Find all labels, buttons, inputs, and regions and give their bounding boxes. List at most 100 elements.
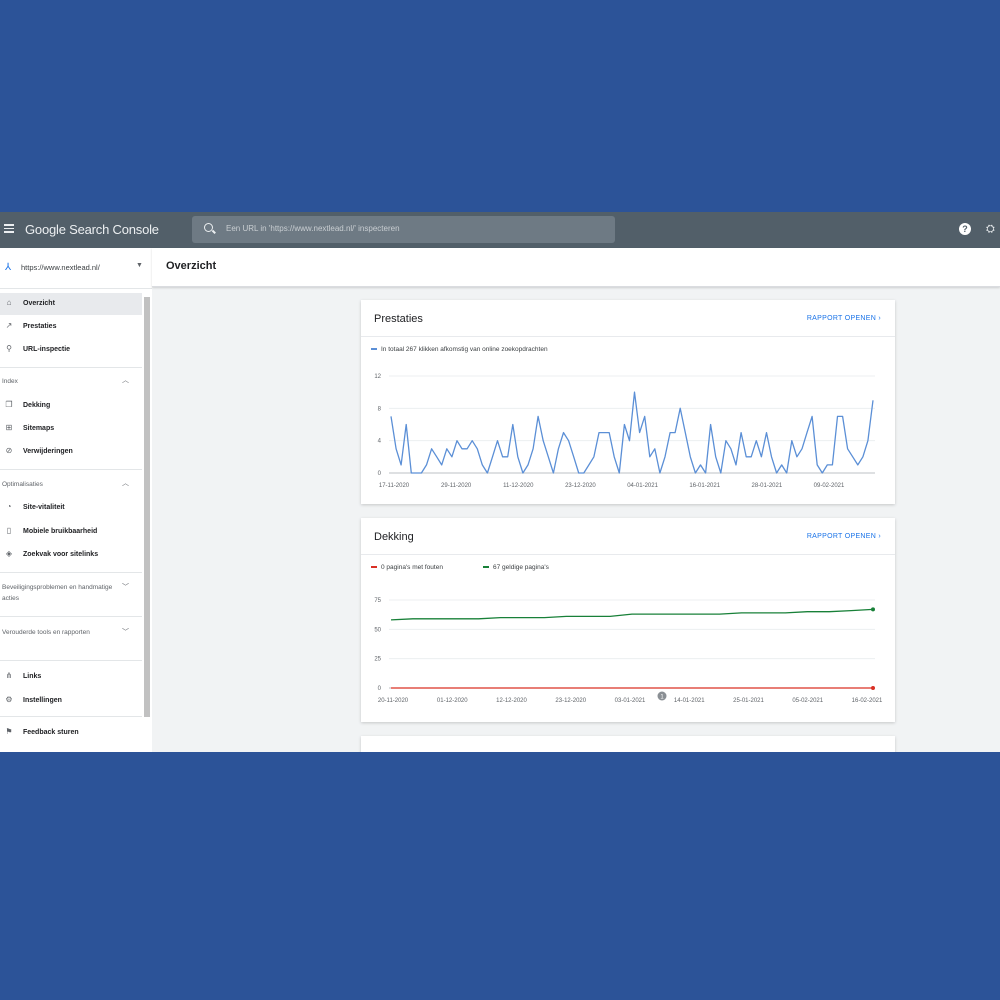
hamburger-menu-icon[interactable] <box>4 224 14 233</box>
x-tick-label: 16-02-2021 <box>852 698 883 704</box>
sidebar-item-prestaties[interactable]: ↗ Prestaties <box>0 316 142 338</box>
divider <box>0 367 142 368</box>
eye-off-icon: ⊘ <box>5 446 13 455</box>
y-tick-label: 4 <box>378 439 382 445</box>
trending-up-icon: ↗ <box>5 321 13 330</box>
x-tick-label: 11-12-2020 <box>503 483 534 489</box>
top-app-bar: Google Search Console Een URL in 'https:… <box>0 212 1000 248</box>
sidebar-scrollbar[interactable] <box>142 289 152 752</box>
sidebar-section-optimalisaties[interactable]: Optimalisaties <box>2 479 117 490</box>
url-inspect-search-box[interactable]: Een URL in 'https://www.nextlead.nl/' in… <box>192 216 615 243</box>
feedback-icon: ⚑ <box>5 727 13 736</box>
chevron-down-icon[interactable]: ﹀ <box>122 582 129 592</box>
sidebar-item-label: Instellingen <box>23 697 62 704</box>
sidebar-item-label: Overzicht <box>23 300 55 307</box>
divider <box>0 616 142 617</box>
chevron-up-icon[interactable]: ︿ <box>122 375 129 385</box>
divider <box>0 469 142 470</box>
x-tick-label: 20-11-2020 <box>378 698 409 704</box>
sidebar-item-label: Prestaties <box>23 323 57 330</box>
x-tick-label: 23-12-2020 <box>565 483 596 489</box>
divider <box>0 660 142 661</box>
series-line <box>390 608 874 621</box>
x-tick-label: 05-02-2021 <box>792 698 823 704</box>
search-console-window: Google Search Console Een URL in 'https:… <box>0 212 1000 752</box>
help-icon[interactable]: ? <box>959 223 971 235</box>
series-end-point <box>871 607 875 612</box>
sidebar-item-label: Sitemaps <box>23 425 55 432</box>
sidebar-item-overzicht[interactable]: ⌂ Overzicht <box>0 293 142 315</box>
x-tick-label: 25-01-2021 <box>733 698 764 704</box>
page-title: Overzicht <box>166 260 217 272</box>
y-tick-label: 25 <box>374 657 381 663</box>
divider <box>0 572 142 573</box>
search-input[interactable]: Een URL in 'https://www.nextlead.nl/' in… <box>226 224 400 233</box>
y-tick-label: 0 <box>378 471 382 477</box>
sidebar-item-label: Links <box>23 673 42 680</box>
clicks-chart: 0 4 8 12 17-11-2020 29-11-2020 11-12-2020 23-12… <box>374 374 875 489</box>
sidebar-item-label: URL-inspectie <box>23 346 71 353</box>
sidebar-item-feedback-sturen[interactable]: ⚑ Feedback sturen <box>0 722 142 744</box>
chevron-up-icon[interactable]: ︿ <box>122 478 129 488</box>
sidebar-item-verwijderingen[interactable]: ⊘ Verwijderingen <box>0 441 142 463</box>
x-tick-label: 03-01-2021 <box>615 698 646 704</box>
x-tick-label: 12-12-2020 <box>496 698 527 704</box>
search-icon <box>204 223 213 232</box>
x-tick-label: 28-01-2021 <box>752 483 783 489</box>
prestaties-card: Prestaties RAPPORT OPENEN › In totaal 26… <box>361 300 895 504</box>
scrollbar-thumb[interactable] <box>144 297 150 717</box>
gear-icon: ⚙ <box>5 695 13 704</box>
sidebar-item-links[interactable]: ⋔ Links <box>0 666 142 688</box>
page-header: Overzicht <box>152 248 1000 287</box>
x-tick-label: 17-11-2020 <box>379 483 410 489</box>
sidebar-item-label: Zoekvak voor sitelinks <box>23 551 99 558</box>
sidebar-item-zoekvak-voor-sitelinks[interactable]: ◈ Zoekvak voor sitelinks <box>0 544 142 566</box>
series-end-point <box>871 686 875 690</box>
chevron-down-icon[interactable]: ﹀ <box>122 627 129 637</box>
sidebar-item-instellingen[interactable]: ⚙ Instellingen <box>0 690 142 712</box>
y-tick-label: 50 <box>374 627 381 633</box>
sidebar-item-site-vitaliteit[interactable]: ◔ Site-vitaliteit <box>0 497 142 519</box>
sidebar-item-label: Verwijderingen <box>23 448 73 455</box>
sidebar-item-sitemaps[interactable]: ⊞ Sitemaps <box>0 418 142 440</box>
manage-users-icon[interactable]: ⛭ <box>986 223 995 236</box>
sidebar-item-dekking[interactable]: ❐ Dekking <box>0 395 142 417</box>
sidebar-section-beveiliging[interactable]: Beveiligingsproblemen en handmatige acti… <box>2 582 117 604</box>
sidebar-item-label: Mobiele bruikbaarheid <box>23 528 98 535</box>
y-tick-label: 12 <box>374 374 381 380</box>
x-tick-label: 14-01-2021 <box>674 698 705 704</box>
property-icon: ⅄ <box>5 262 12 273</box>
diamond-icon: ◈ <box>5 549 13 558</box>
property-selector[interactable]: ⅄ https://www.nextlead.nl/ ▼ <box>0 248 152 289</box>
sitemap-icon: ⊞ <box>5 423 13 432</box>
file-copy-icon: ❐ <box>5 400 13 409</box>
phone-icon: ▯ <box>6 526 12 535</box>
search-icon: ⚲ <box>6 344 12 353</box>
sidebar-section-verouderde-tools[interactable]: Verouderde tools en rapporten <box>2 627 117 638</box>
x-tick-label: 16-01-2021 <box>689 483 720 489</box>
caret-down-icon[interactable]: ▼ <box>136 262 143 269</box>
speed-icon: ◔ <box>6 502 12 511</box>
dekking-card: Dekking RAPPORT OPENEN › 0 pagina's met … <box>361 518 895 722</box>
sidebar-item-label: Feedback sturen <box>23 729 79 736</box>
divider <box>0 716 142 717</box>
y-tick-label: 75 <box>374 598 381 604</box>
coverage-chart: 0 25 50 75 20-11-2020 01-12-2020 12-12-2020 23-… <box>374 598 883 704</box>
app-logo: Google Search Console <box>25 222 159 237</box>
links-icon: ⋔ <box>5 671 13 680</box>
sidebar-section-index[interactable]: Index <box>2 376 117 387</box>
sidebar-item-label: Site-vitaliteit <box>23 504 65 511</box>
x-tick-label: 01-12-2020 <box>437 698 468 704</box>
home-icon: ⌂ <box>6 298 12 307</box>
y-tick-label: 8 <box>378 406 382 412</box>
x-tick-label: 23-12-2020 <box>555 698 586 704</box>
sidebar-item-url-inspectie[interactable]: ⚲ URL-inspectie <box>0 339 142 361</box>
sidebar-item-label: Dekking <box>23 402 51 409</box>
x-tick-label: 09-02-2021 <box>814 483 845 489</box>
x-tick-label: 29-11-2020 <box>441 483 472 489</box>
x-tick-label: 04-01-2021 <box>627 483 658 489</box>
property-url: https://www.nextlead.nl/ <box>21 263 100 272</box>
sidebar-item-mobiele-bruikbaarheid[interactable]: ▯ Mobiele bruikbaarheid <box>0 521 142 543</box>
next-card <box>361 736 895 752</box>
series-line <box>390 391 874 474</box>
